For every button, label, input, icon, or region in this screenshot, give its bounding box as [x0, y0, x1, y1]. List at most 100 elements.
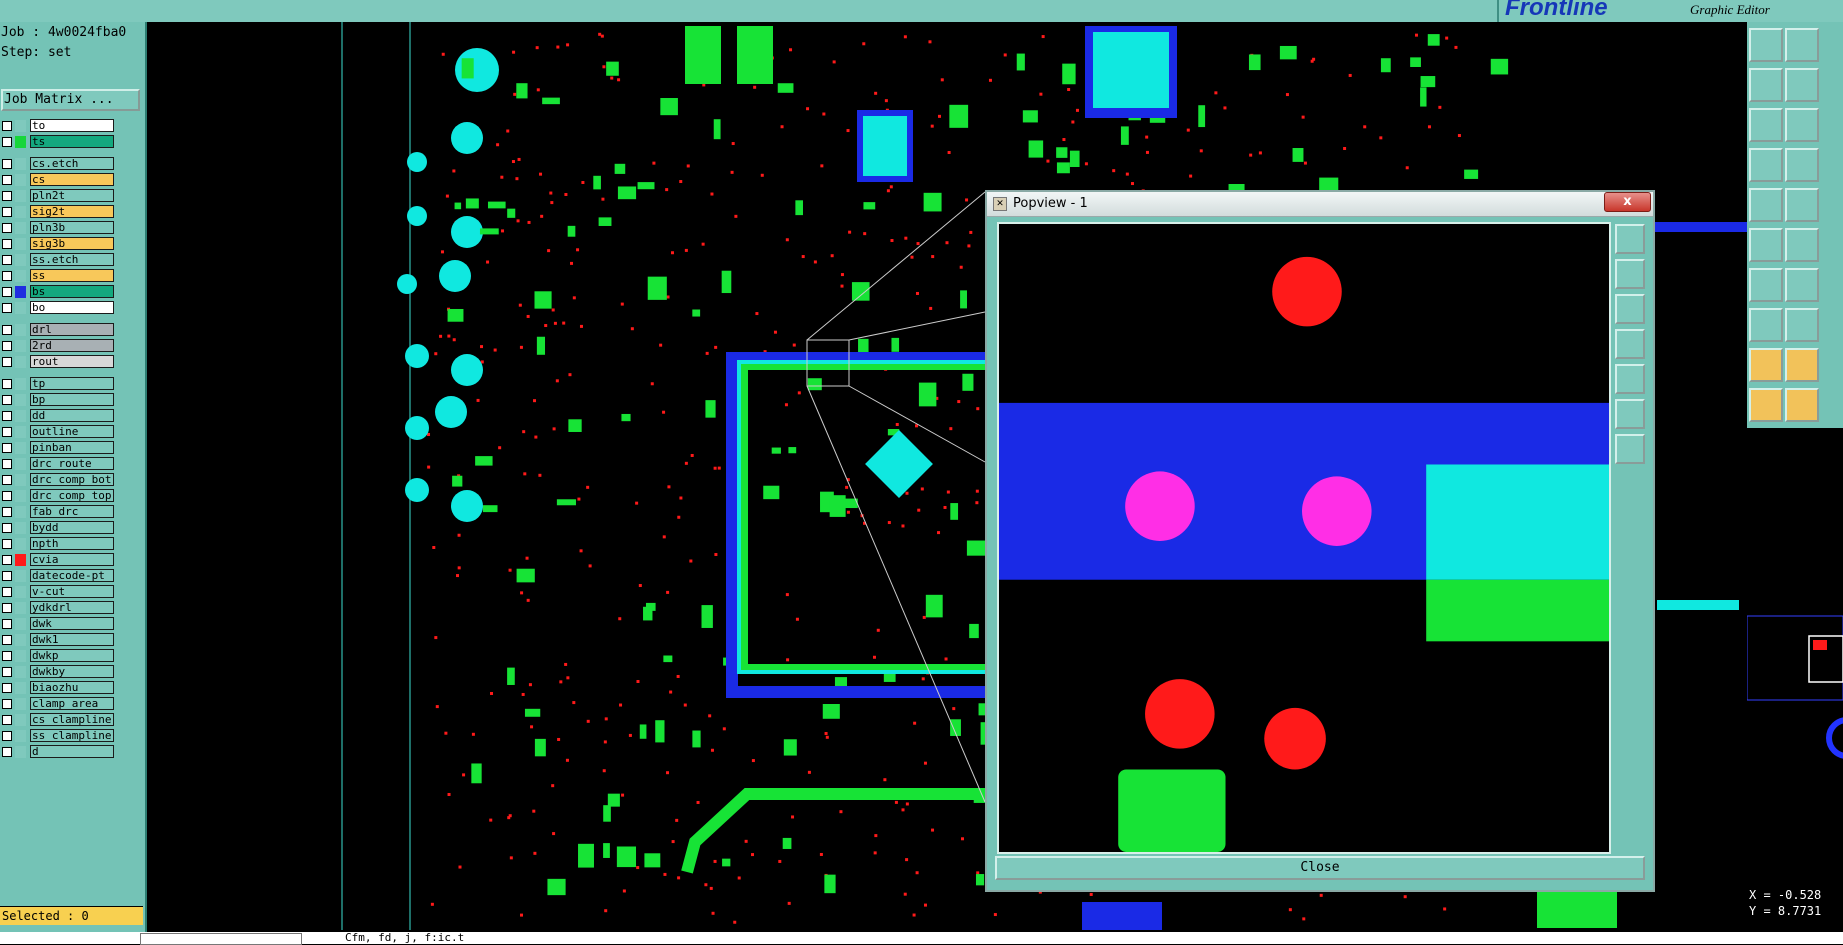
layer-color-swatch[interactable]: [15, 206, 26, 218]
layer-checkbox[interactable]: [2, 715, 12, 725]
layer-label[interactable]: bs: [30, 285, 114, 298]
pan-icon[interactable]: [1749, 108, 1783, 142]
layer-checkbox[interactable]: [2, 379, 12, 389]
layer-row-v-cut[interactable]: v-cut: [0, 585, 118, 599]
layer-color-swatch[interactable]: [15, 474, 26, 486]
layer-row-dd[interactable]: dd: [0, 409, 118, 423]
layer-color-swatch[interactable]: [15, 426, 26, 438]
layer-checkbox[interactable]: [2, 395, 12, 405]
layer-row-dwkby[interactable]: dwkby: [0, 665, 118, 679]
layer-label[interactable]: dwk: [30, 617, 114, 630]
layer-row-sig3b[interactable]: sig3b: [0, 237, 118, 251]
select-arrow-icon[interactable]: [1749, 388, 1783, 422]
zoom-window-icon[interactable]: [1785, 28, 1819, 62]
layer-label[interactable]: sig2t: [30, 205, 114, 218]
zoom-prev-icon[interactable]: [1615, 259, 1645, 289]
layer-checkbox[interactable]: [2, 223, 12, 233]
layer-label[interactable]: d: [30, 745, 114, 758]
layer-color-swatch[interactable]: [15, 602, 26, 614]
layer-checkbox[interactable]: [2, 325, 12, 335]
layer-color-swatch[interactable]: [15, 682, 26, 694]
layer-label[interactable]: drc_route: [30, 457, 114, 470]
zoom-home-icon[interactable]: [1749, 28, 1783, 62]
layer-checkbox[interactable]: [2, 523, 12, 533]
layer-row-ts[interactable]: ts: [0, 135, 118, 149]
select-box-icon[interactable]: [1785, 388, 1819, 422]
layer-checkbox[interactable]: [2, 619, 12, 629]
line-icon[interactable]: [1749, 268, 1783, 302]
layer-checkbox[interactable]: [2, 443, 12, 453]
layer-row-cs.etch[interactable]: cs.etch: [0, 157, 118, 171]
zoom-in-icon[interactable]: [1615, 399, 1645, 429]
layer-row-sig2t[interactable]: sig2t: [0, 205, 118, 219]
layer-checkbox[interactable]: [2, 207, 12, 217]
layer-checkbox[interactable]: [2, 427, 12, 437]
layer-color-swatch[interactable]: [15, 746, 26, 758]
layer-row-dwk1[interactable]: dwk1: [0, 633, 118, 647]
layer-row-fab_drc[interactable]: fab_drc: [0, 505, 118, 519]
grid-icon[interactable]: [1785, 148, 1819, 182]
layer-label[interactable]: rout: [30, 355, 114, 368]
fit-icon[interactable]: [1785, 108, 1819, 142]
layer-color-swatch[interactable]: [15, 158, 26, 170]
layer-checkbox[interactable]: [2, 255, 12, 265]
layer-checkbox[interactable]: [2, 341, 12, 351]
layer-color-swatch[interactable]: [15, 650, 26, 662]
layer-color-swatch[interactable]: [15, 238, 26, 250]
layer-checkbox[interactable]: [2, 159, 12, 169]
layer-color-swatch[interactable]: [15, 324, 26, 336]
layer-checkbox[interactable]: [2, 137, 12, 147]
layer-row-pln2t[interactable]: pln2t: [0, 189, 118, 203]
command-input[interactable]: [140, 933, 302, 945]
layer-color-swatch[interactable]: [15, 666, 26, 678]
layer-checkbox[interactable]: [2, 459, 12, 469]
layer-row-npth[interactable]: npth: [0, 537, 118, 551]
layer-row-datecode-pt[interactable]: datecode-pt: [0, 569, 118, 583]
layer-label[interactable]: ts: [30, 135, 114, 148]
layer-color-swatch[interactable]: [15, 506, 26, 518]
zoom-window-icon[interactable]: [1615, 329, 1645, 359]
delete-icon[interactable]: [1785, 228, 1819, 262]
layer-label[interactable]: dwkby: [30, 665, 114, 678]
triangle-icon[interactable]: [1749, 348, 1783, 382]
layer-color-swatch[interactable]: [15, 340, 26, 352]
layer-checkbox[interactable]: [2, 555, 12, 565]
layer-row-drc_route[interactable]: drc_route: [0, 457, 118, 471]
layer-row-bydd[interactable]: bydd: [0, 521, 118, 535]
zoom-home-icon[interactable]: [1615, 224, 1645, 254]
zoom-in-icon[interactable]: [1749, 68, 1783, 102]
layer-color-swatch[interactable]: [15, 554, 26, 566]
layer-label[interactable]: dwkp: [30, 649, 114, 662]
layer-row-pinban[interactable]: pinban: [0, 441, 118, 455]
layer-row-2rd[interactable]: 2rd: [0, 339, 118, 353]
zoom-view[interactable]: [997, 222, 1611, 854]
close-icon[interactable]: x: [1604, 192, 1651, 212]
job-matrix-button[interactable]: Job Matrix ...: [1, 89, 140, 111]
layer-color-swatch[interactable]: [15, 254, 26, 266]
layer-row-dwk[interactable]: dwk: [0, 617, 118, 631]
layer-label[interactable]: npth: [30, 537, 114, 550]
layer-label[interactable]: datecode-pt: [30, 569, 114, 582]
layer-checkbox[interactable]: [2, 635, 12, 645]
layer-color-swatch[interactable]: [15, 538, 26, 550]
layer-checkbox[interactable]: [2, 287, 12, 297]
layer-label[interactable]: sig3b: [30, 237, 114, 250]
layer-label[interactable]: pln3b: [30, 221, 114, 234]
layer-checkbox[interactable]: [2, 357, 12, 367]
layer-color-swatch[interactable]: [15, 190, 26, 202]
layer-row-pln3b[interactable]: pln3b: [0, 221, 118, 235]
layer-checkbox[interactable]: [2, 175, 12, 185]
layer-label[interactable]: bp: [30, 393, 114, 406]
layer-checkbox[interactable]: [2, 507, 12, 517]
layer-label[interactable]: ss: [30, 269, 114, 282]
layer-label[interactable]: ss_clampline: [30, 729, 114, 742]
layer-label[interactable]: clamp_area: [30, 697, 114, 710]
layer-row-drl[interactable]: drl: [0, 323, 118, 337]
layer-row-drc_comp_top[interactable]: drc_comp_top: [0, 489, 118, 503]
layer-row-bs[interactable]: bs: [0, 285, 118, 299]
layer-color-swatch[interactable]: [15, 286, 26, 298]
layer-color-swatch[interactable]: [15, 730, 26, 742]
connect-icon[interactable]: [1749, 228, 1783, 262]
layer-label[interactable]: outline: [30, 425, 114, 438]
layer-label[interactable]: drc_comp_bot: [30, 473, 114, 486]
